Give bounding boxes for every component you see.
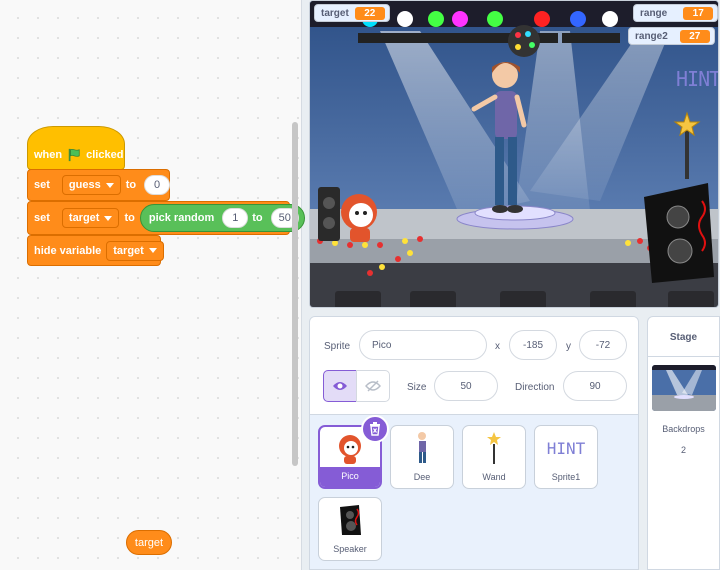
backdrops-count: 2 xyxy=(680,445,686,455)
monitor-label: target xyxy=(321,7,349,19)
sprite-thumbnail xyxy=(391,426,453,470)
script-scrollbar[interactable] xyxy=(292,122,298,466)
sprite-tile-dee[interactable]: Dee xyxy=(390,425,454,489)
show-sprite-button[interactable] xyxy=(323,370,357,402)
green-flag-icon xyxy=(68,148,80,162)
random-from-input[interactable]: 1 xyxy=(222,208,249,228)
variable-dropdown-hide[interactable]: target xyxy=(106,240,164,261)
delete-sprite-button[interactable] xyxy=(361,415,389,443)
when-flag-clicked-block[interactable]: when clicked xyxy=(27,126,125,170)
sprite-tile-label: Dee xyxy=(413,472,431,482)
sprite-info-panel: Sprite Pico x -185 y -72 Size 50 Directi… xyxy=(310,317,638,415)
sprite-thumbnail: HINT xyxy=(535,426,597,470)
random-to-label: to xyxy=(252,212,263,224)
eye-slash-icon xyxy=(365,380,381,392)
set-label: set xyxy=(34,212,50,224)
monitor-target[interactable]: target 22 xyxy=(314,4,390,22)
sprite-label: Sprite xyxy=(324,341,351,352)
set-target-block[interactable]: set target to pick random 1 to 50 xyxy=(27,201,305,235)
hide-sprite-button[interactable] xyxy=(356,370,390,402)
stage-lights xyxy=(362,11,618,27)
script-area[interactable]: when clicked set guess to 0 set target t… xyxy=(0,0,305,570)
set-label: set xyxy=(34,179,50,191)
big-speaker-sprite[interactable] xyxy=(644,183,714,283)
scratch-editor: when clicked set guess to 0 set target t… xyxy=(0,0,720,570)
sprite-tile-speaker[interactable]: Speaker xyxy=(318,497,382,561)
variable-name: target xyxy=(68,212,100,224)
sprite-name-field[interactable]: Pico xyxy=(359,330,487,360)
value-input-guess[interactable]: 0 xyxy=(144,175,171,195)
monitor-value: 22 xyxy=(354,6,385,20)
chevron-down-icon xyxy=(148,248,157,253)
target-reporter-block[interactable]: target xyxy=(126,530,172,555)
direction-label: Direction xyxy=(515,382,555,393)
to-label: to xyxy=(124,212,135,224)
direction-field[interactable]: 90 xyxy=(563,371,627,401)
monitor-label: range2 xyxy=(635,30,668,42)
stage-thumbnail xyxy=(652,365,716,411)
y-field[interactable]: -72 xyxy=(579,330,627,360)
chevron-down-icon xyxy=(104,215,113,221)
monitor-range[interactable]: range 17 xyxy=(633,4,718,22)
stage-pane-title: Stage xyxy=(648,317,719,357)
chevron-down-icon xyxy=(105,182,114,188)
stage-selector-pane[interactable]: Stage Backdrops 2 xyxy=(647,316,720,570)
pick-random-label: pick random xyxy=(148,212,215,224)
variable-name: guess xyxy=(68,179,101,191)
trash-icon xyxy=(370,422,380,436)
sprite-tile-wand[interactable]: Wand xyxy=(462,425,526,489)
stage-canvas[interactable]: target 22 range 17 range2 27 HINT xyxy=(309,0,719,308)
sprite-pane: Sprite Pico x -185 y -72 Size 50 Directi… xyxy=(309,316,639,570)
eye-icon xyxy=(333,382,347,390)
monitor-label: range xyxy=(640,7,668,19)
to-label: to xyxy=(125,179,137,191)
size-field[interactable]: 50 xyxy=(434,371,498,401)
pick-random-block[interactable]: pick random 1 to 50 xyxy=(139,204,305,232)
hint-thumb-text: HINT xyxy=(546,438,586,458)
variable-dropdown-target[interactable]: target xyxy=(61,208,120,228)
hat-clicked-label: clicked xyxy=(86,149,124,161)
hide-variable-block[interactable]: hide variable target xyxy=(27,235,164,266)
size-label: Size xyxy=(407,382,427,393)
stage-backdrop xyxy=(310,1,718,307)
sprite-tile-label: Wand xyxy=(482,472,506,482)
sprite-tile-label: Sprite1 xyxy=(551,472,581,482)
variable-name: target xyxy=(113,244,144,257)
x-label: x xyxy=(495,341,500,352)
sprite-thumbnail xyxy=(319,498,381,542)
x-field[interactable]: -185 xyxy=(509,330,557,360)
monitor-value: 27 xyxy=(679,29,710,43)
hat-when-label: when xyxy=(34,149,63,161)
monitor-value: 17 xyxy=(683,6,714,20)
backdrops-label: Backdrops xyxy=(662,424,705,434)
sprite-thumbnail xyxy=(463,426,525,470)
sprite-tile-sprite1[interactable]: HINT Sprite1 xyxy=(534,425,598,489)
sprite-tile-label: Speaker xyxy=(333,544,367,554)
variable-dropdown-guess[interactable]: guess xyxy=(61,175,121,195)
hint-sprite[interactable]: HINT xyxy=(676,67,718,91)
monitor-range2[interactable]: range2 27 xyxy=(628,27,715,45)
y-label: y xyxy=(566,341,571,352)
hide-variable-label: hide variable xyxy=(34,244,102,257)
disco-ball xyxy=(508,25,540,57)
speaker-stack xyxy=(318,187,340,241)
set-guess-block[interactable]: set guess to 0 xyxy=(27,169,171,201)
sprite-tile-label: Pico xyxy=(320,467,380,487)
